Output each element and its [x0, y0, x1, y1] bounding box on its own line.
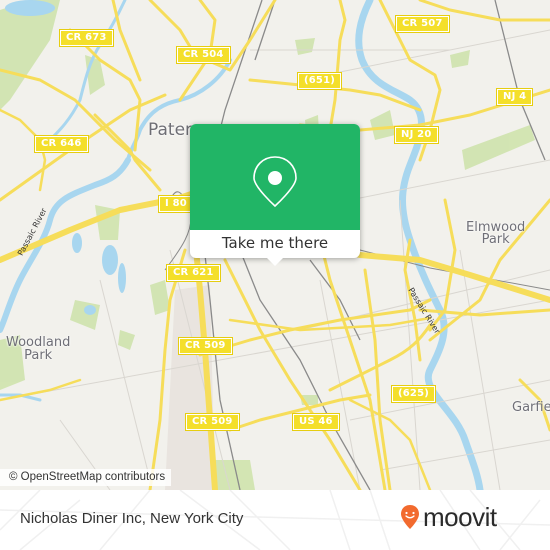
route-shield-i-80: I 80 — [158, 195, 194, 213]
route-shield-cr-509: CR 509 — [178, 337, 233, 355]
place-name: Nicholas Diner Inc, New York City — [20, 510, 244, 527]
pin-dot — [268, 171, 282, 185]
park-area — [462, 125, 535, 170]
footer-bar: Nicholas Diner Inc, New York City moovit — [0, 490, 550, 550]
moovit-wordmark: moovit — [423, 502, 497, 532]
destination-popup[interactable]: Take me there — [190, 124, 360, 266]
take-me-there-button[interactable]: Take me there — [190, 230, 360, 258]
railway — [239, 249, 371, 490]
lake — [5, 0, 55, 16]
lake — [102, 245, 118, 275]
route-shield-cr-509: CR 509 — [185, 413, 240, 431]
route-shield-cr-646: CR 646 — [34, 135, 89, 153]
popup-tail — [267, 258, 283, 266]
lake — [72, 233, 82, 253]
route-shield-nj-20: NJ 20 — [394, 126, 439, 144]
route-shield-nj-4: NJ 4 — [495, 88, 534, 106]
route-shield-625: (625) — [390, 385, 437, 403]
park-area — [295, 38, 315, 55]
moovit-logo[interactable]: moovit — [400, 504, 497, 530]
route-shield-cr-673: CR 673 — [59, 29, 114, 47]
popup-header[interactable] — [190, 124, 360, 230]
route-shield-cr-504: CR 504 — [176, 46, 231, 64]
road — [223, 258, 362, 490]
route-shield-cr-507: CR 507 — [395, 15, 450, 33]
route-shield-651: (651) — [296, 72, 343, 90]
park-area — [70, 300, 100, 330]
route-shield-us-46: US 46 — [292, 413, 340, 431]
park-area — [118, 330, 135, 350]
lake — [118, 263, 126, 293]
map-view[interactable]: CR 673 CR 504 CR 507 (651) NJ 4 NJ 20 CR… — [0, 0, 550, 490]
park-area — [150, 280, 170, 315]
map-pin-icon — [253, 156, 297, 208]
lake — [84, 305, 96, 315]
park-area — [450, 50, 470, 68]
road — [198, 298, 432, 357]
route-shield-cr-621: CR 621 — [166, 264, 221, 282]
park-area — [370, 110, 395, 140]
place-label-woodland-park: Woodland Park — [6, 335, 71, 363]
road — [363, 268, 392, 490]
moovit-pin-icon — [401, 505, 419, 529]
place-label-garfield: Garfield — [512, 400, 550, 415]
map-attribution[interactable]: © OpenStreetMap contributors — [0, 469, 172, 486]
road — [111, 0, 142, 82]
place-label-elmwood-park: Elmwood Park — [466, 220, 526, 247]
park-area — [0, 0, 60, 110]
river-passaic — [355, 0, 484, 490]
road — [328, 323, 432, 392]
